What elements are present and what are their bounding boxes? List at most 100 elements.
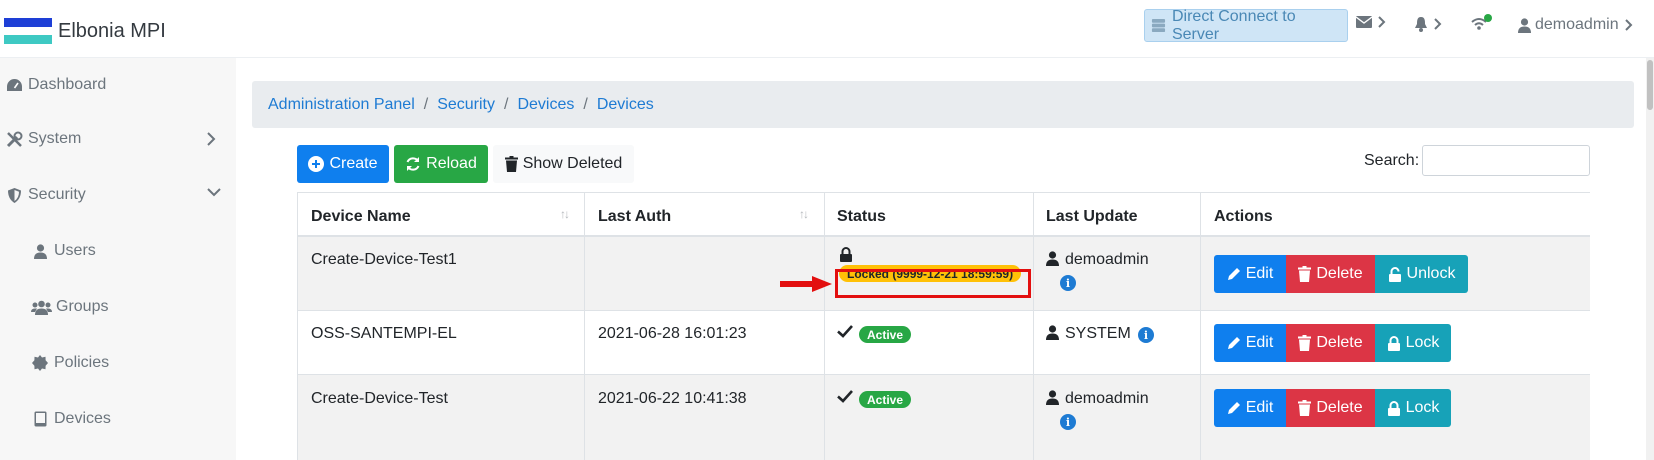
lock-button[interactable]: Lock: [1375, 389, 1451, 427]
edit-button-label: Edit: [1245, 265, 1274, 282]
pencil-icon: [1227, 337, 1240, 349]
column-header-device-name[interactable]: Device Name: [311, 208, 411, 226]
delete-button[interactable]: Delete: [1286, 389, 1375, 427]
unlock-button-label: Unlock: [1406, 265, 1456, 282]
sidebar-item-label: Groups: [56, 298, 109, 315]
chevron-right-icon: [1624, 19, 1633, 31]
annotation-highlight-box: [835, 269, 1031, 298]
lock-button-label: Lock: [1405, 334, 1440, 351]
chevron-right-icon: [1434, 18, 1442, 30]
delete-button-label: Delete: [1316, 334, 1363, 351]
direct-connect-button[interactable]: Direct Connect to Server: [1144, 8, 1348, 43]
user-icon: [1046, 325, 1059, 340]
tablet-icon: [30, 409, 50, 429]
sort-icon[interactable]: ↑↓: [560, 207, 570, 221]
info-icon[interactable]: i: [1138, 327, 1154, 343]
create-button[interactable]: Create: [297, 145, 389, 183]
sidebar-item-label: System: [28, 130, 82, 147]
page-scrollbar[interactable]: [1646, 58, 1654, 460]
lock-icon: [840, 247, 852, 262]
bell-icon: [1415, 17, 1427, 32]
last-auth-cell: 2021-06-28 16:01:23: [598, 325, 747, 342]
edit-button[interactable]: Edit: [1214, 389, 1286, 427]
user-menu-label: demoadmin: [1535, 16, 1619, 33]
sidebar-item-groups[interactable]: Groups: [0, 287, 236, 327]
tachometer-icon: [4, 75, 24, 95]
envelope-icon: [1356, 16, 1372, 28]
reload-button[interactable]: Reload: [394, 145, 488, 183]
lock-button[interactable]: Lock: [1375, 324, 1451, 362]
shield-icon: [4, 185, 24, 205]
sidebar-item-policies[interactable]: Policies: [0, 343, 236, 383]
pencil-icon: [1227, 402, 1240, 414]
breadcrumb-separator: /: [423, 95, 429, 113]
breadcrumb-item[interactable]: Security: [437, 96, 495, 114]
messages-dropdown[interactable]: [1356, 16, 1386, 28]
sidebar-item-users[interactable]: Users: [0, 231, 236, 271]
table-border: [824, 192, 825, 460]
trash-icon: [1298, 266, 1312, 282]
server-icon: [1151, 18, 1166, 33]
search-label: Search:: [1364, 152, 1420, 169]
chevron-down-icon: [207, 188, 221, 197]
annotation-arrow-icon: [780, 276, 832, 292]
user-icon: [1046, 251, 1059, 266]
delete-button[interactable]: Delete: [1286, 324, 1375, 362]
search-input[interactable]: [1422, 145, 1590, 176]
edit-button-label: Edit: [1245, 399, 1274, 416]
breadcrumb-item[interactable]: Administration Panel: [268, 96, 415, 114]
breadcrumb-item[interactable]: Devices: [597, 96, 654, 114]
unlock-button[interactable]: Unlock: [1375, 255, 1468, 293]
trash-icon: [1298, 335, 1312, 351]
sidebar-item-label: Security: [28, 186, 86, 203]
breadcrumb-separator: /: [583, 95, 588, 113]
wifi-icon: [1471, 14, 1492, 30]
column-header-last-update: Last Update: [1046, 208, 1138, 225]
connection-status[interactable]: [1470, 14, 1492, 32]
sidebar-item-devices[interactable]: Devices: [0, 399, 236, 439]
sidebar-item-security[interactable]: Security: [0, 175, 236, 215]
show-deleted-button-label: Show Deleted: [522, 155, 623, 172]
users-icon: [30, 297, 52, 317]
last-update-user: demoadmin: [1065, 390, 1149, 407]
sidebar-item-label: Policies: [54, 354, 110, 371]
sidebar-item-label: Users: [54, 242, 96, 259]
sidebar-item-system[interactable]: System: [0, 119, 236, 159]
device-name-cell: Create-Device-Test: [311, 390, 448, 407]
user-icon: [30, 241, 50, 261]
column-header-status: Status: [837, 208, 886, 225]
breadcrumb-item[interactable]: Devices: [517, 96, 574, 114]
sidebar-item-dashboard[interactable]: Dashboard: [0, 65, 236, 105]
column-header-last-auth[interactable]: Last Auth: [598, 208, 671, 226]
notifications-dropdown[interactable]: [1414, 16, 1442, 32]
edit-button[interactable]: Edit: [1214, 255, 1286, 293]
table-border: [297, 192, 298, 460]
reload-button-label: Reload: [426, 155, 477, 172]
brand[interactable]: Elbonia MPI: [4, 18, 166, 45]
chevron-right-icon: [1378, 16, 1386, 28]
table-row: Create-Device-Test 2021-06-22 10:41:38 A…: [297, 375, 1590, 460]
delete-button[interactable]: Delete: [1286, 255, 1375, 293]
user-menu[interactable]: demoadmin: [1518, 16, 1633, 34]
status-badge: Active: [859, 326, 912, 343]
table-row: OSS-SANTEMPI-EL 2021-06-28 16:01:23 Acti…: [297, 311, 1590, 375]
sort-icon[interactable]: ↑↓: [799, 207, 809, 221]
lock-button-label: Lock: [1405, 399, 1440, 416]
scrollbar-thumb[interactable]: [1647, 60, 1653, 110]
chevron-right-icon: [207, 132, 216, 146]
device-name-cell: OSS-SANTEMPI-EL: [311, 325, 457, 342]
info-icon[interactable]: i: [1060, 275, 1076, 291]
top-navbar: Elbonia MPI Direct Connect to Server dem…: [0, 0, 1654, 58]
sync-icon: [406, 157, 420, 171]
edit-button[interactable]: Edit: [1214, 324, 1286, 362]
show-deleted-button[interactable]: Show Deleted: [493, 145, 634, 183]
info-icon[interactable]: i: [1060, 414, 1076, 430]
brand-flag-logo: [4, 18, 52, 45]
last-update-user: demoadmin: [1065, 251, 1149, 268]
lock-icon: [1387, 400, 1400, 416]
create-button-label: Create: [329, 155, 378, 172]
sidebar-item-label: Dashboard: [28, 76, 107, 93]
tools-icon: [4, 129, 24, 149]
certificate-icon: [30, 353, 50, 373]
table-border: [584, 192, 585, 460]
